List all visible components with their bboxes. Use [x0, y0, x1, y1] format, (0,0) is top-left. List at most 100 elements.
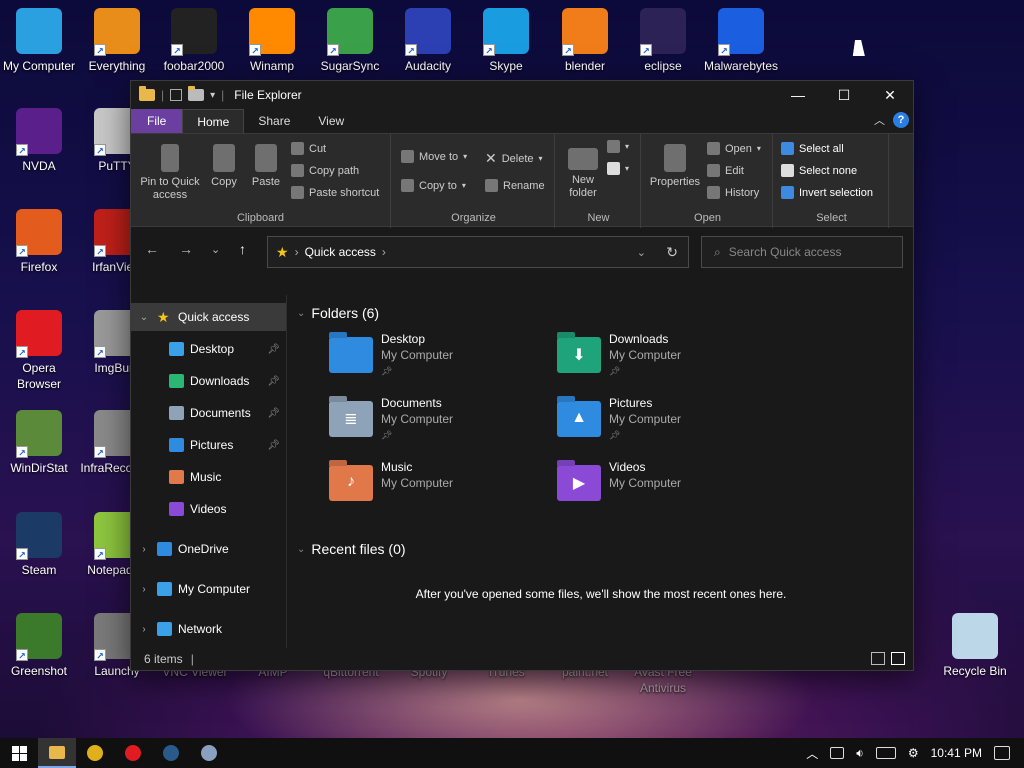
desktop-icon-steam[interactable]: ↗ Steam — [0, 512, 78, 578]
refresh-icon[interactable]: ↻ — [666, 244, 678, 261]
properties-qa-icon[interactable] — [170, 89, 183, 101]
folder-tile-videos[interactable]: ▶ Videos My Computer — [547, 459, 767, 515]
taskbar-steam-button[interactable] — [152, 738, 190, 768]
nav-item-downloads[interactable]: Downloads 📌︎ — [131, 367, 286, 395]
recent-files-section-header[interactable]: ⌄ Recent files (0) — [297, 541, 406, 557]
desktop-icon-nvda[interactable]: ↗ NVDA — [0, 108, 78, 174]
notifications-icon[interactable] — [994, 746, 1010, 760]
opera-icon: ↗ — [16, 310, 62, 358]
desktop-icon-recycle-bin[interactable]: Recycle Bin — [936, 613, 1014, 679]
help-icon[interactable]: ? — [893, 112, 909, 128]
desktop-icon-my-computer[interactable]: My Computer — [0, 8, 78, 74]
breadcrumb-chevron-icon[interactable]: › — [382, 245, 386, 259]
forward-button[interactable]: → — [179, 241, 193, 257]
tab-home[interactable]: Home — [182, 109, 245, 133]
nav-item-quick-access[interactable]: ⌄ ★ Quick access — [131, 303, 286, 331]
select-none-button[interactable]: Select none — [781, 164, 857, 177]
nav-item-videos[interactable]: Videos — [131, 495, 286, 523]
folder-tile-downloads[interactable]: ⬇ Downloads My Computer 📌︎ — [547, 331, 767, 387]
taskbar-settings-button[interactable] — [190, 738, 228, 768]
address-bar[interactable]: ★ › Quick access › ⌄ ↻ — [267, 236, 689, 268]
desktop-icon-greenshot[interactable]: ↗ Greenshot — [0, 613, 78, 679]
pin-to-quick-access-button[interactable]: Pin to Quick access — [135, 140, 205, 202]
paste-shortcut-button[interactable]: Paste shortcut — [291, 186, 379, 199]
expand-chevron-icon[interactable]: › — [131, 584, 157, 595]
delete-button[interactable]: ✕ Delete ▾ — [485, 150, 543, 167]
address-dropdown-icon[interactable]: ⌄ — [637, 246, 646, 259]
copy-to-button[interactable]: Copy to ▾ — [401, 179, 466, 192]
new-folder-button[interactable]: New folder — [561, 140, 605, 200]
taskbar-file-explorer-button[interactable] — [38, 738, 76, 768]
show-hidden-icons-icon[interactable]: ︿ — [806, 745, 818, 762]
rename-button[interactable]: Rename — [485, 179, 545, 192]
desktop-icon-blender[interactable]: ↗ blender — [546, 8, 624, 74]
nav-item-onedrive[interactable]: › OneDrive — [131, 535, 286, 563]
details-view-icon[interactable] — [871, 652, 885, 665]
title-bar[interactable]: | ▾ | File Explorer — ☐ ✕ — [131, 81, 913, 109]
invert-selection-button[interactable]: Invert selection — [781, 186, 873, 199]
folder-tile-pictures[interactable]: ▲ Pictures My Computer 📌︎ — [547, 395, 767, 451]
start-button[interactable] — [0, 738, 38, 768]
desktop-icon-opera-browser[interactable]: ↗ Opera Browser — [0, 310, 78, 392]
new-folder-qa-icon[interactable] — [188, 86, 205, 101]
customize-qa-icon[interactable]: ▾ — [210, 90, 215, 101]
nav-item-documents[interactable]: Documents 📌︎ — [131, 399, 286, 427]
folder-tile-desktop[interactable]: Desktop My Computer 📌︎ — [319, 331, 539, 387]
settings-tray-icon[interactable]: ⚙ — [908, 746, 919, 760]
tab-share[interactable]: Share — [244, 109, 304, 133]
volume-icon[interactable]: 🔉︎ — [856, 746, 864, 761]
desktop-icon-everything[interactable]: ↗ Everything — [78, 8, 156, 74]
desktop-icon-audacity[interactable]: ↗ Audacity — [389, 8, 467, 74]
folder-tile-music[interactable]: ♪ Music My Computer — [319, 459, 539, 515]
close-button[interactable]: ✕ — [867, 81, 913, 109]
folders-section-header[interactable]: ⌄ Folders (6) — [297, 305, 379, 321]
new-item-button[interactable]: ▾ — [607, 140, 629, 153]
paste-button[interactable]: Paste — [247, 140, 285, 189]
tab-view[interactable]: View — [304, 109, 358, 133]
large-icons-view-icon[interactable] — [891, 652, 905, 665]
desktop-icon-sugarsync[interactable]: ↗ SugarSync — [311, 8, 389, 74]
breadcrumb-quick-access[interactable]: Quick access — [305, 245, 376, 259]
taskbar-chrome-button[interactable] — [76, 738, 114, 768]
desktop-icon-windirstat[interactable]: ↗ WinDirStat — [0, 410, 78, 476]
expand-chevron-icon[interactable]: ⌄ — [131, 312, 157, 323]
cut-button[interactable]: Cut — [291, 142, 326, 155]
easy-access-button[interactable]: ▾ — [607, 162, 629, 175]
copy-button[interactable]: Copy — [207, 140, 241, 189]
desktop-icon-eclipse[interactable]: ↗ eclipse — [624, 8, 702, 74]
clock[interactable]: 10:41 PM — [931, 746, 982, 760]
history-button[interactable]: History — [707, 186, 759, 199]
desktop-icon-malwarebytes[interactable]: ↗ Malwarebytes — [702, 8, 780, 74]
nav-item-desktop[interactable]: Desktop 📌︎ — [131, 335, 286, 363]
taskbar-opera-button[interactable] — [114, 738, 152, 768]
desktop-icon-skype[interactable]: ↗ Skype — [467, 8, 545, 74]
minimize-button[interactable]: — — [775, 81, 821, 109]
desktop-icon-winamp[interactable]: ↗ Winamp — [233, 8, 311, 74]
expand-chevron-icon[interactable]: › — [131, 624, 157, 635]
back-button[interactable]: ← — [145, 241, 159, 257]
recent-locations-button[interactable]: ⌄ — [211, 243, 220, 256]
network-tray-icon[interactable] — [830, 747, 845, 759]
collapse-ribbon-icon[interactable]: ︿ — [874, 112, 885, 128]
keyboard-icon[interactable] — [875, 747, 896, 759]
nav-item-pictures[interactable]: Pictures 📌︎ — [131, 431, 286, 459]
tab-file[interactable]: File — [131, 109, 183, 133]
search-box[interactable]: ⌕ Search Quick access — [701, 236, 903, 268]
nav-item-label: Network — [178, 622, 223, 636]
expand-chevron-icon[interactable]: › — [131, 544, 157, 555]
up-button[interactable]: ↑ — [239, 241, 246, 257]
nav-item-music[interactable]: Music — [131, 463, 286, 491]
search-input[interactable]: Search Quick access — [729, 245, 842, 259]
nav-item-network[interactable]: › Network — [131, 615, 286, 643]
copy-path-button[interactable]: Copy path — [291, 164, 359, 177]
properties-button[interactable]: Properties — [647, 140, 703, 189]
edit-button[interactable]: Edit — [707, 164, 744, 177]
select-all-button[interactable]: Select all — [781, 142, 844, 155]
folder-tile-documents[interactable]: ≣ Documents My Computer 📌︎ — [319, 395, 539, 451]
maximize-button[interactable]: ☐ — [821, 81, 867, 109]
move-to-button[interactable]: Move to ▾ — [401, 150, 467, 163]
desktop-icon-foobar2000[interactable]: ↗ foobar2000 — [155, 8, 233, 74]
desktop-icon-firefox[interactable]: ↗ Firefox — [0, 209, 78, 275]
nav-item-my-computer[interactable]: › My Computer — [131, 575, 286, 603]
open-button[interactable]: Open ▾ — [707, 142, 761, 155]
